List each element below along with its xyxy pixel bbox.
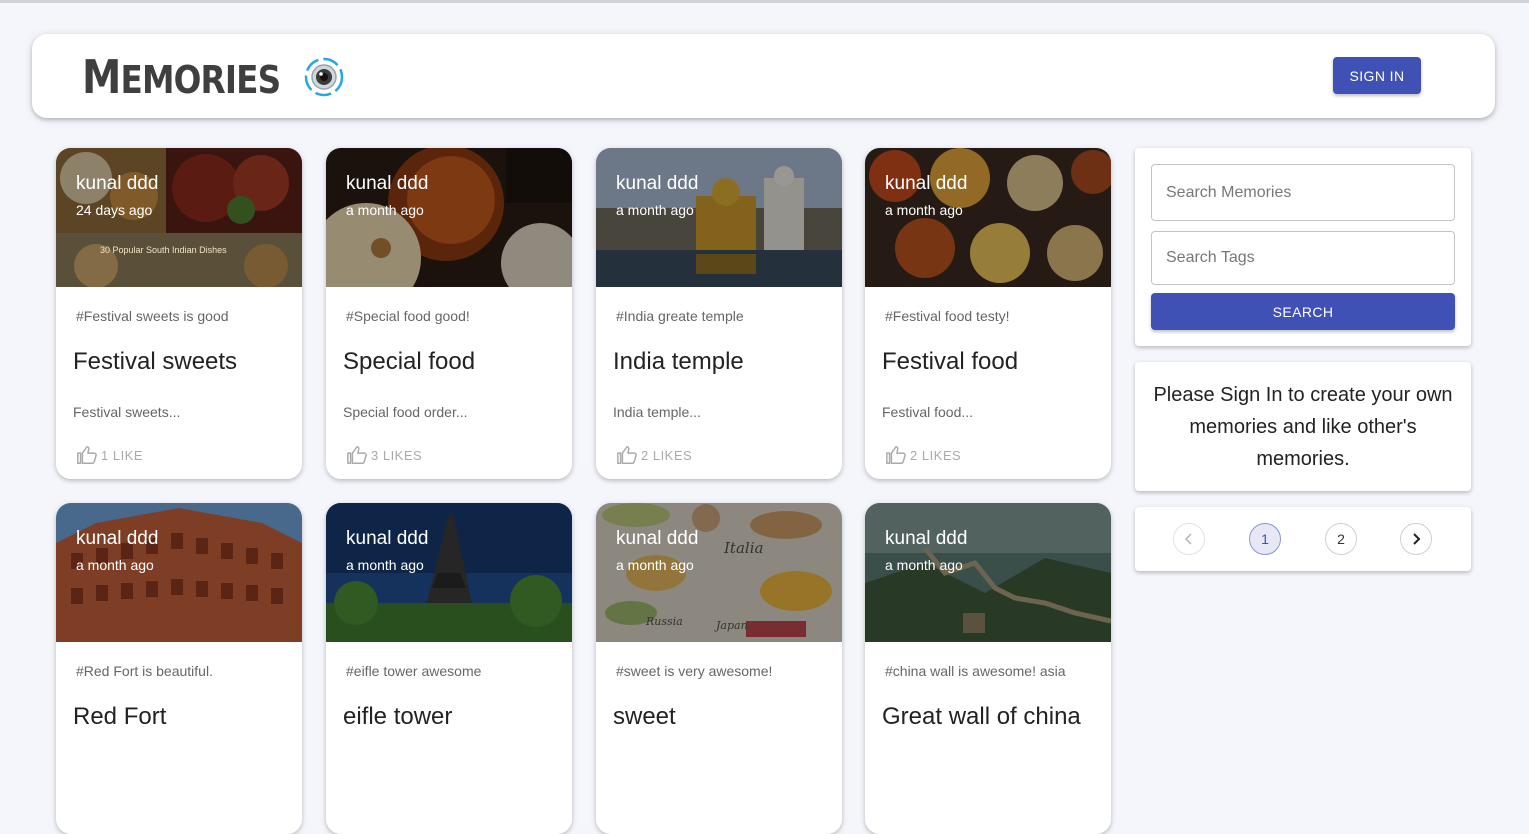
next-page-button[interactable] <box>1400 523 1432 555</box>
post-time: a month ago <box>885 557 963 573</box>
post-card[interactable]: Italia Russia Japan kunal ddd a month ag… <box>596 503 842 834</box>
like-count: 2 LIKES <box>641 447 693 463</box>
post-card[interactable]: kunal ddd a month ago #Red Fort is beaut… <box>56 503 302 834</box>
thumb-up-icon <box>347 446 367 464</box>
post-tags: #Red Fort is beautiful. <box>76 663 213 679</box>
post-creator: kunal ddd <box>76 528 159 549</box>
post-message: Festival food... <box>882 404 974 420</box>
post-creator: kunal ddd <box>346 528 429 549</box>
camera-lens-icon <box>304 57 344 97</box>
like-button[interactable]: 1 LIKE <box>76 444 143 466</box>
post-card[interactable]: kunal ddd a month ago #eifle tower aweso… <box>326 503 572 834</box>
sign-in-button[interactable]: SIGN IN <box>1333 57 1421 94</box>
post-message: Festival sweets... <box>73 404 181 420</box>
post-time: a month ago <box>885 202 963 218</box>
thumb-up-icon <box>886 446 906 464</box>
page-button-2[interactable]: 2 <box>1325 523 1357 555</box>
post-title: eifle tower <box>343 703 453 730</box>
post-time: a month ago <box>346 557 424 573</box>
post-time: a month ago <box>76 557 154 573</box>
post-creator: kunal ddd <box>616 173 699 194</box>
like-count: 2 LIKES <box>910 447 962 463</box>
search-tags-input[interactable] <box>1151 231 1455 285</box>
app-bar: MEMORIES SIGN IN <box>32 34 1495 118</box>
post-time: a month ago <box>346 202 424 218</box>
post-time: a month ago <box>616 557 694 573</box>
post-tags: #china wall is awesome! asia <box>885 663 1066 679</box>
post-title: Red Fort <box>73 703 167 730</box>
post-tags: #sweet is very awesome! <box>616 663 773 679</box>
post-creator: kunal ddd <box>76 173 159 194</box>
post-card[interactable]: kunal ddd a month ago #Special food good… <box>326 148 572 479</box>
image-caption: 30 Popular South Indian Dishes <box>100 245 227 255</box>
post-title: Festival sweets <box>73 348 238 375</box>
thumb-up-icon <box>77 446 97 464</box>
post-tags: #Festival food testy! <box>885 308 1010 324</box>
search-panel: SEARCH <box>1135 148 1471 346</box>
like-button[interactable]: 2 LIKES <box>616 444 692 466</box>
like-button[interactable]: 2 LIKES <box>885 444 961 466</box>
post-title: Special food <box>343 348 476 375</box>
window-top-border <box>0 0 1529 3</box>
brand-title[interactable]: MEMORIES <box>82 50 282 105</box>
post-title: sweet <box>613 703 676 730</box>
sign-in-notice-text: Please Sign In to create your own memori… <box>1153 383 1453 470</box>
post-tags: #India greate temple <box>616 308 744 324</box>
search-memories-input[interactable] <box>1151 164 1455 221</box>
pagination: 1 2 <box>1135 507 1471 571</box>
post-title: India temple <box>613 348 744 375</box>
post-tags: #Festival sweets is good <box>76 308 229 324</box>
image-word: Japan <box>716 619 748 632</box>
post-card[interactable]: kunal ddd a month ago #china wall is awe… <box>865 503 1111 834</box>
post-time: 24 days ago <box>76 202 153 218</box>
post-card[interactable]: kunal ddd a month ago #India greate temp… <box>596 148 842 479</box>
previous-page-button[interactable] <box>1173 523 1205 555</box>
post-card[interactable]: 30 Popular South Indian Dishes kunal ddd… <box>56 148 302 479</box>
post-card[interactable]: kunal ddd a month ago #Festival food tes… <box>865 148 1111 479</box>
post-creator: kunal ddd <box>616 528 699 549</box>
brand-rest-letters: EMORIES <box>120 58 282 102</box>
search-button[interactable]: SEARCH <box>1151 293 1455 330</box>
like-button[interactable]: 3 LIKES <box>346 444 422 466</box>
post-message: Special food order... <box>343 404 468 420</box>
post-time: a month ago <box>616 202 694 218</box>
post-creator: kunal ddd <box>346 173 429 194</box>
post-tags: #Special food good! <box>346 308 470 324</box>
like-count: 1 LIKE <box>101 447 144 463</box>
like-count: 3 LIKES <box>371 447 423 463</box>
page-button-1[interactable]: 1 <box>1249 523 1281 555</box>
post-tags: #eifle tower awesome <box>346 663 482 679</box>
image-word: Russia <box>646 615 683 628</box>
post-creator: kunal ddd <box>885 173 968 194</box>
thumb-up-icon <box>617 446 637 464</box>
chevron-right-icon <box>1413 533 1421 545</box>
chevron-left-icon <box>1184 533 1192 545</box>
post-message: India temple... <box>613 404 701 420</box>
image-word: Italia <box>724 539 764 557</box>
brand-first-letter: M <box>82 50 121 104</box>
post-title: Festival food <box>882 348 1019 375</box>
post-creator: kunal ddd <box>885 528 968 549</box>
post-title: Great wall of china <box>882 703 1081 730</box>
sign-in-notice: Please Sign In to create your own memori… <box>1135 362 1471 491</box>
